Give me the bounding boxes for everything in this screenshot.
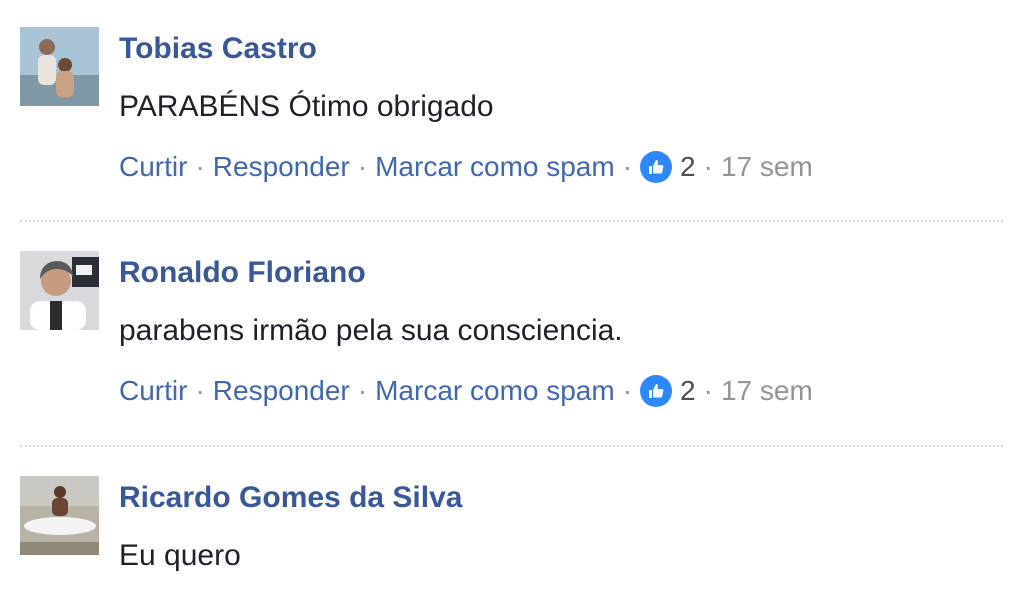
separator: · [195,375,205,406]
separator: · [357,151,368,182]
separator: · [622,375,633,406]
comment-actions: Curtir · Responder · Marcar como spam · … [119,371,1003,411]
like-count[interactable]: 2 [680,371,696,411]
separator: · [195,151,205,182]
like-count[interactable]: 2 [680,147,696,187]
comment-timestamp[interactable]: 17 sem [721,371,813,411]
separator: · [622,151,633,182]
comment-actions: Curtir · Responder · Marcar como spam · … [119,147,1003,187]
separator: · [357,375,368,406]
comment-text: PARABÉNS Ótimo obrigado [119,90,494,123]
comment-author[interactable]: Ronaldo Floriano [119,253,1003,293]
comment-text: parabens irmão pela sua consciencia. [119,314,623,347]
comment-text: Eu quero [119,539,241,572]
like-link[interactable]: Curtir [119,147,187,187]
avatar[interactable] [20,27,99,106]
thumbs-up-icon[interactable] [640,151,673,183]
reply-link[interactable]: Responder [213,147,350,187]
comment-divider [20,445,1003,447]
thumbs-up-icon[interactable] [640,375,673,407]
like-link[interactable]: Curtir [119,371,187,411]
comment-author[interactable]: Tobias Castro [119,29,1003,69]
separator: · [703,151,713,182]
comment-timestamp[interactable]: 17 sem [721,147,813,187]
comment-divider [20,220,1003,222]
separator: · [703,375,713,406]
mark-spam-link[interactable]: Marcar como spam [375,371,615,411]
mark-spam-link[interactable]: Marcar como spam [375,147,615,187]
reply-link[interactable]: Responder [213,371,350,411]
avatar[interactable] [20,476,99,555]
comment-author[interactable]: Ricardo Gomes da Silva [119,478,1003,518]
avatar[interactable] [20,251,99,330]
